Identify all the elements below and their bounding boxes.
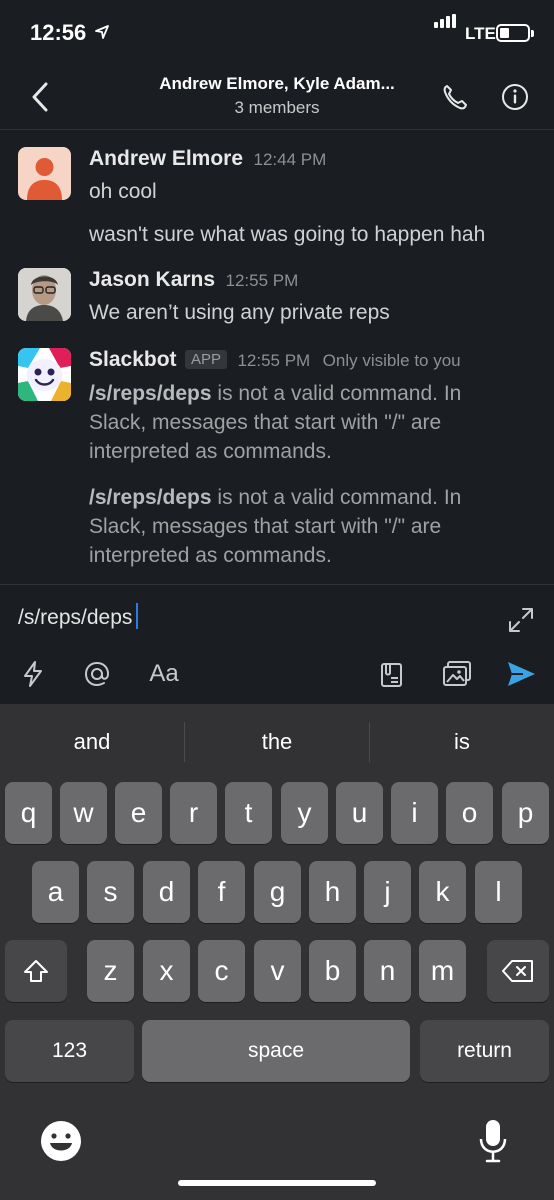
expand-icon[interactable] — [506, 605, 536, 635]
message-jason[interactable]: Jason Karns 12:55 PM We aren’t using any… — [0, 262, 554, 332]
message-input[interactable]: /s/reps/deps — [18, 603, 139, 630]
message-timestamp: 12:55 PM — [225, 271, 299, 290]
at-icon — [84, 661, 110, 687]
member-count[interactable]: 3 members — [120, 98, 434, 118]
user-silhouette-icon — [27, 158, 62, 200]
status-time: 12:56 — [30, 20, 87, 45]
attach-file-button[interactable] — [374, 657, 408, 691]
message-andrew[interactable]: Andrew Elmore 12:44 PM oh cool wasn't su… — [0, 140, 554, 255]
suggestion-2[interactable]: the — [185, 704, 369, 780]
space-key[interactable]: space — [142, 1020, 410, 1082]
key-v[interactable]: v — [254, 940, 301, 1002]
key-g[interactable]: g — [254, 861, 301, 923]
format-text-button[interactable]: Aa — [144, 657, 184, 691]
key-k[interactable]: k — [419, 861, 466, 923]
key-e[interactable]: e — [115, 782, 162, 844]
avatar[interactable] — [18, 268, 71, 321]
key-r[interactable]: r — [170, 782, 217, 844]
suggestion-3[interactable]: is — [370, 704, 554, 780]
numbers-key[interactable]: 123 — [5, 1020, 134, 1082]
message-author[interactable]: Andrew Elmore — [89, 147, 243, 170]
message-text: oh cool — [89, 180, 157, 203]
key-j[interactable]: j — [364, 861, 411, 923]
key-t[interactable]: t — [225, 782, 272, 844]
message-timestamp: 12:44 PM — [253, 150, 327, 169]
key-h[interactable]: h — [309, 861, 356, 923]
key-w[interactable]: w — [60, 782, 107, 844]
emoji-icon[interactable] — [40, 1120, 82, 1162]
lightning-icon — [24, 661, 42, 687]
mention-button[interactable] — [80, 657, 114, 691]
key-u[interactable]: u — [336, 782, 383, 844]
message-text: interpreted as commands. — [89, 544, 332, 567]
bot-response-block: /s/reps/deps is not a valid command. In … — [89, 483, 539, 570]
key-o[interactable]: o — [446, 782, 493, 844]
microphone-icon[interactable] — [478, 1118, 508, 1164]
app-badge: APP — [184, 350, 227, 369]
image-icon — [443, 661, 471, 686]
key-a[interactable]: a — [32, 861, 79, 923]
key-x[interactable]: x — [143, 940, 190, 1002]
backspace-icon — [502, 960, 533, 982]
key-f[interactable]: f — [198, 861, 245, 923]
key-m[interactable]: m — [419, 940, 466, 1002]
shift-key[interactable] — [5, 940, 67, 1002]
key-p[interactable]: p — [502, 782, 549, 844]
home-indicator — [178, 1180, 376, 1186]
send-icon — [508, 662, 535, 686]
message-text: interpreted as commands. — [89, 440, 332, 463]
avatar[interactable] — [18, 348, 71, 401]
key-s[interactable]: s — [87, 861, 134, 923]
avatar[interactable] — [18, 147, 71, 200]
shift-icon — [24, 960, 48, 982]
clipboard-icon — [381, 663, 402, 687]
command-text: /s/reps/deps — [89, 382, 212, 405]
message-text: Slack, messages that start with "/" are — [89, 411, 442, 434]
delete-key[interactable] — [487, 940, 549, 1002]
key-d[interactable]: d — [143, 861, 190, 923]
message-slackbot[interactable]: Slackbot APP 12:55 PM Only visible to yo… — [0, 342, 554, 578]
channel-header: Andrew Elmore, Kyle Adam... 3 members — [0, 66, 554, 130]
message-author[interactable]: Slackbot — [89, 348, 177, 371]
key-i[interactable]: i — [391, 782, 438, 844]
battery-icon — [496, 24, 530, 42]
key-c[interactable]: c — [198, 940, 245, 1002]
keyboard: and the is q w e r t y u i o p a s d f g… — [0, 704, 554, 1200]
key-l[interactable]: l — [475, 861, 522, 923]
suggestion-1[interactable]: and — [0, 704, 184, 780]
message-text: is not a valid command. In — [211, 382, 462, 405]
bot-response-block: /s/reps/deps is not a valid command. In … — [89, 379, 539, 466]
key-n[interactable]: n — [364, 940, 411, 1002]
user-photo — [18, 268, 71, 321]
message-composer: /s/reps/deps Aa — [0, 584, 554, 704]
message-author[interactable]: Jason Karns — [89, 268, 215, 291]
key-z[interactable]: z — [87, 940, 134, 1002]
return-key[interactable]: return — [420, 1020, 549, 1082]
back-chevron-icon[interactable] — [26, 80, 56, 114]
info-icon[interactable] — [500, 82, 530, 112]
shortcuts-button[interactable] — [16, 657, 50, 691]
message-text: Slack, messages that start with "/" are — [89, 515, 442, 538]
attach-photo-button[interactable] — [440, 657, 474, 691]
visibility-note: Only visible to you — [322, 351, 461, 370]
key-y[interactable]: y — [281, 782, 328, 844]
conversation-title[interactable]: Andrew Elmore, Kyle Adam... — [120, 74, 434, 94]
send-button[interactable] — [504, 657, 538, 691]
key-q[interactable]: q — [5, 782, 52, 844]
network-label: LTE — [465, 24, 496, 43]
status-bar: 12:56 LTE — [0, 0, 554, 66]
message-text: We aren’t using any private reps — [89, 301, 390, 324]
message-timestamp: 12:55 PM — [237, 351, 311, 370]
message-text: is not a valid command. In — [211, 486, 462, 509]
text-caret — [136, 603, 139, 629]
key-b[interactable]: b — [309, 940, 356, 1002]
message-input-value[interactable]: /s/reps/deps — [18, 606, 132, 629]
location-arrow-icon — [95, 25, 109, 39]
slackbot-icon — [18, 348, 71, 401]
phone-icon[interactable] — [440, 82, 470, 112]
message-text: wasn't sure what was going to happen hah — [89, 223, 486, 246]
command-text: /s/reps/deps — [89, 486, 212, 509]
